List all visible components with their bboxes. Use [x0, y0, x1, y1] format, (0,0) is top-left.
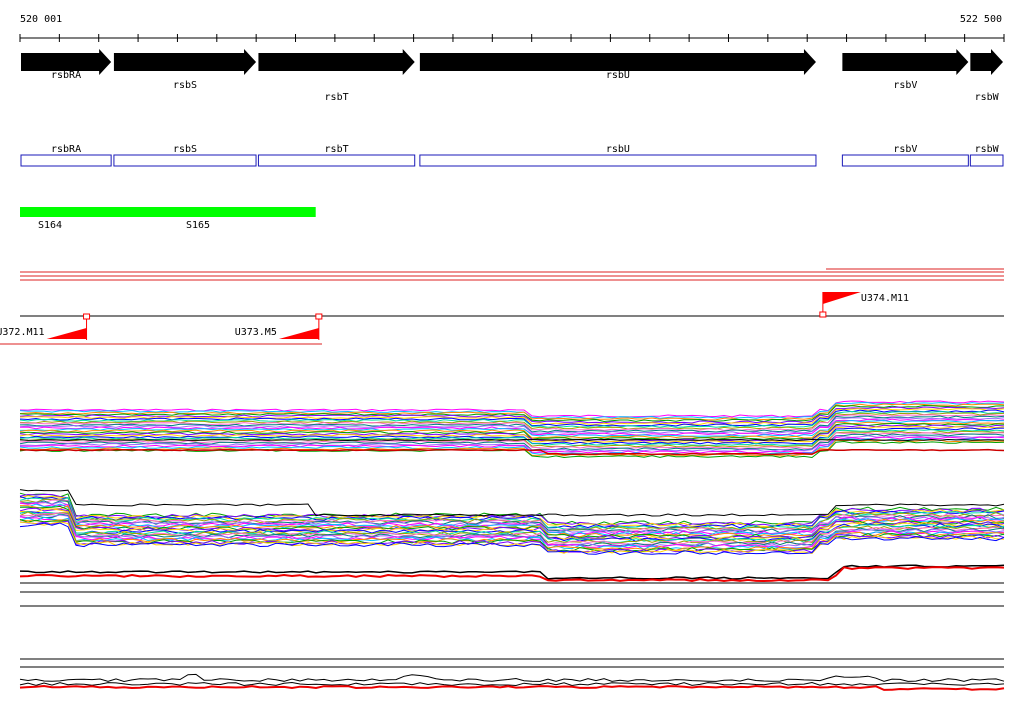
gene-box-track: rsbRA rsbS rsbT rsbU rsbV rsbW	[20, 144, 1004, 167]
ruler-start-label: 520 001	[20, 14, 62, 25]
profile-panel-2	[19, 489, 1005, 607]
gene-arrow-track: rsbRA rsbS rsbT rsbU rsbV rsbW	[21, 49, 1003, 103]
gene-arrow-label: rsbT	[325, 92, 349, 103]
gene-arrow-label: rsbW	[975, 92, 1000, 103]
gene-box[interactable]	[113, 154, 257, 167]
segment-label: S165	[186, 220, 210, 231]
gene-arrow[interactable]	[258, 49, 415, 75]
promoter-flag[interactable]	[278, 328, 319, 339]
gene-box[interactable]	[419, 154, 817, 167]
profile-panel-3	[19, 658, 1005, 691]
gene-box[interactable]	[969, 154, 1004, 167]
gene-arrow-label: rsbU	[606, 70, 630, 81]
coordinate-ruler: 520 001 522 500	[19, 14, 1005, 42]
gene-arrow[interactable]	[970, 49, 1003, 75]
gene-box[interactable]	[257, 154, 416, 167]
segment-bar[interactable]	[20, 207, 316, 217]
expression-profiles	[19, 400, 1005, 691]
promoter-flag[interactable]	[822, 292, 861, 304]
promoter-label: U373.M5	[235, 327, 277, 338]
gene-box-label: rsbS	[173, 144, 197, 155]
gene-box[interactable]	[20, 154, 112, 167]
segment-label: S164	[38, 220, 62, 231]
gene-box-label: rsbU	[606, 144, 630, 155]
promoter-flag[interactable]	[46, 328, 87, 339]
segment-track: S164 S165	[20, 207, 316, 231]
gene-arrow-label: rsbS	[173, 80, 197, 91]
ruler-end-label: 522 500	[960, 14, 1002, 25]
promoter-label: U372.M11	[0, 327, 45, 338]
gene-arrow-label: rsbV	[893, 80, 917, 91]
gene-box-label: rsbW	[975, 144, 1000, 155]
promoter-track: U372.M11 U373.M5 U374.M11	[0, 268, 1004, 345]
gene-arrow-label: rsbRA	[51, 70, 81, 81]
gene-box[interactable]	[841, 154, 969, 167]
promoter-label: U374.M11	[861, 293, 909, 304]
gene-box-label: rsbV	[893, 144, 917, 155]
profile-panel-1	[19, 400, 1005, 459]
gene-box-label: rsbRA	[51, 144, 81, 155]
genome-browser-view: 520 001 522 500 rsbRArsbSrsbTrsbUrsbVrsb…	[0, 14, 1005, 691]
gene-box-label: rsbT	[325, 144, 349, 155]
gene-arrow[interactable]	[113, 49, 257, 75]
gene-arrow[interactable]	[842, 49, 969, 75]
